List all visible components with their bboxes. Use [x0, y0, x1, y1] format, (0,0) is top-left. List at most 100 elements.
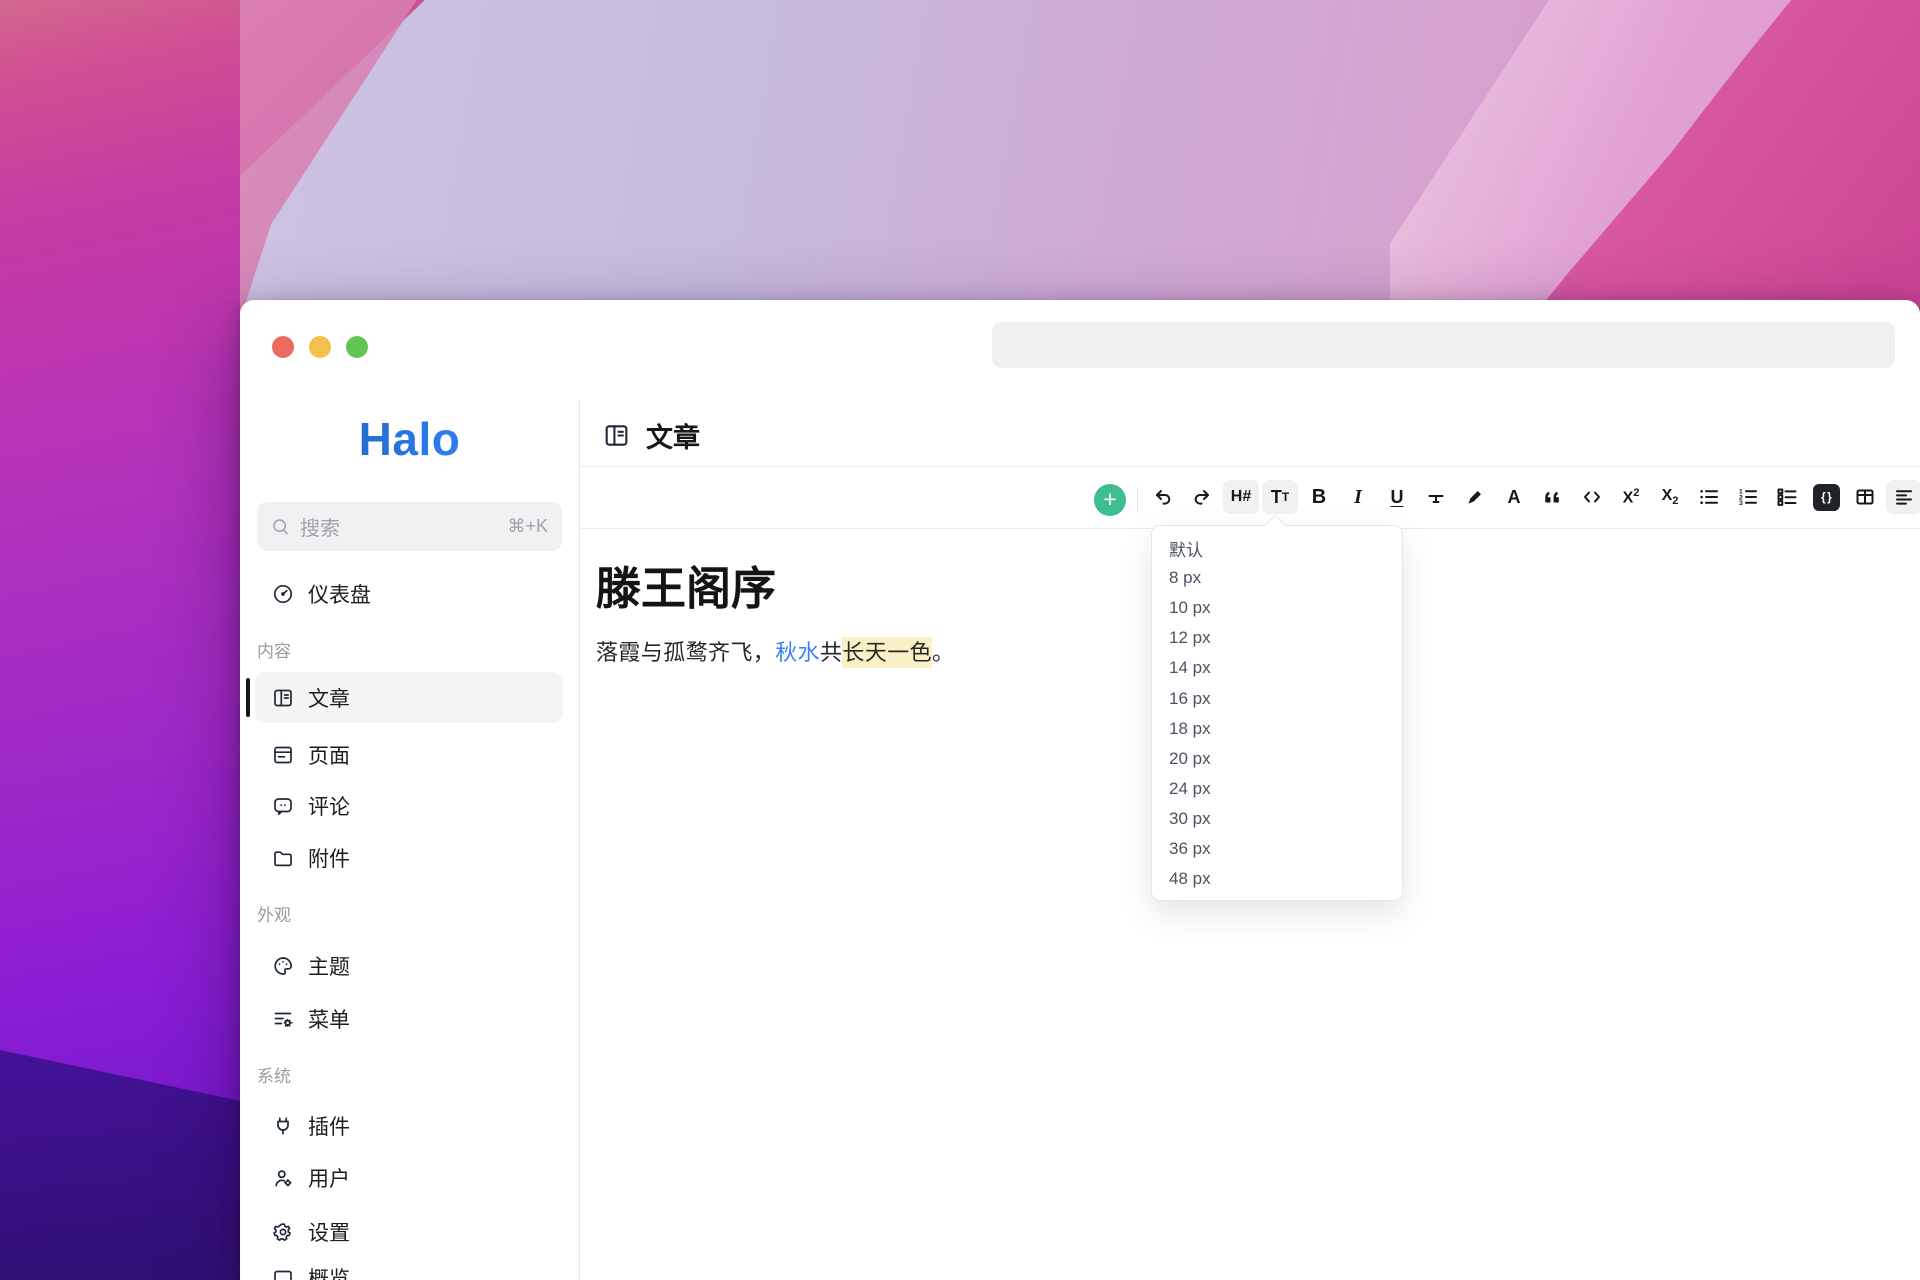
traffic-lights	[272, 336, 368, 358]
font-size-option[interactable]: 18 px	[1152, 714, 1402, 744]
post-title[interactable]: 滕王阁序	[596, 552, 776, 617]
dashboard-icon	[272, 583, 294, 605]
bold-button[interactable]: B	[1305, 480, 1333, 514]
text-color-button[interactable]: A	[1500, 480, 1528, 514]
sidebar-item-dashboard[interactable]: 仪表盘	[255, 572, 563, 616]
halo-logo: Halo	[240, 412, 579, 466]
sidebar-item-users[interactable]: 用户	[255, 1156, 563, 1200]
sidebar-item-posts[interactable]: 文章	[255, 672, 563, 723]
marker-pen-icon	[1465, 487, 1485, 507]
sidebar-item-pages[interactable]: 页面	[255, 733, 563, 777]
search-shortcut: ⌘+K	[507, 516, 548, 537]
pages-icon	[272, 744, 294, 766]
font-size-option[interactable]: 10 px	[1152, 593, 1402, 623]
posts-icon	[272, 687, 294, 709]
highlight-button[interactable]	[1461, 480, 1489, 514]
ordered-list-button[interactable]: 123	[1734, 480, 1762, 514]
font-size-option[interactable]: 12 px	[1152, 623, 1402, 653]
bullet-list-icon	[1699, 487, 1719, 507]
close-window-button[interactable]	[272, 336, 294, 358]
code-icon	[1582, 487, 1602, 507]
post-paragraph[interactable]: 落霞与孤鹜齐飞，秋水共长天一色。	[596, 638, 954, 668]
font-size-option[interactable]: 24 px	[1152, 774, 1402, 804]
undo-icon	[1153, 487, 1173, 507]
sidebar-divider	[579, 400, 580, 1280]
task-list-icon	[1777, 487, 1797, 507]
font-size-dropdown: 默认 8 px 10 px 12 px 14 px 16 px 18 px 20…	[1151, 525, 1403, 901]
blockquote-button[interactable]	[1539, 480, 1567, 514]
sidebar-item-label: 用户	[308, 1163, 350, 1193]
redo-button[interactable]	[1188, 480, 1216, 514]
font-size-option[interactable]: 默认	[1152, 533, 1402, 563]
code-block-icon: { }	[1813, 484, 1840, 511]
comments-icon	[272, 795, 294, 817]
add-block-button[interactable]: +	[1094, 484, 1126, 516]
address-bar[interactable]	[992, 322, 1895, 368]
font-size-option[interactable]: 16 px	[1152, 683, 1402, 713]
palette-icon	[272, 955, 294, 977]
superscript-button[interactable]: X2	[1617, 480, 1645, 514]
search-input[interactable]: 搜索 ⌘+K	[257, 502, 562, 551]
active-item-indicator	[246, 678, 250, 717]
font-size-option[interactable]: 48 px	[1152, 864, 1402, 894]
page-title-text: 文章	[646, 416, 700, 455]
sidebar-item-label: 插件	[308, 1111, 350, 1141]
plug-icon	[272, 1115, 294, 1137]
table-button[interactable]	[1851, 480, 1879, 514]
text-run-highlight: 长天一色	[842, 637, 932, 668]
code-block-button[interactable]: { }	[1812, 480, 1840, 514]
toolbar-separator	[1137, 487, 1138, 513]
page-title: 文章	[603, 407, 700, 463]
sidebar-item-label: 仪表盘	[308, 579, 371, 609]
heading-button[interactable]: H#	[1227, 480, 1255, 514]
user-gear-icon	[272, 1167, 294, 1189]
sidebar-item-themes[interactable]: 主题	[255, 944, 563, 988]
underline-button[interactable]: U	[1383, 480, 1411, 514]
align-button[interactable]	[1890, 480, 1918, 514]
align-left-icon	[1894, 487, 1914, 507]
sidebar-item-label: 主题	[308, 951, 350, 981]
overview-icon	[272, 1267, 294, 1280]
font-size-option[interactable]: 36 px	[1152, 834, 1402, 864]
font-size-option[interactable]: 20 px	[1152, 744, 1402, 774]
sidebar-section-content: 内容	[257, 637, 291, 659]
sidebar-item-label: 设置	[308, 1217, 350, 1247]
text-run-blue: 秋水	[775, 640, 820, 665]
text-run: 落霞与孤鹜齐飞，	[596, 640, 775, 665]
text-run: 共	[820, 640, 842, 665]
sidebar-item-label: 页面	[308, 740, 350, 770]
sidebar-item-overview[interactable]: 概览	[255, 1256, 563, 1280]
font-size-option[interactable]: 8 px	[1152, 563, 1402, 593]
ordered-list-icon: 123	[1738, 487, 1758, 507]
sidebar-section-appearance: 外观	[257, 901, 291, 923]
search-icon	[271, 517, 291, 537]
strikethrough-button[interactable]	[1422, 480, 1450, 514]
sidebar-item-settings[interactable]: 设置	[255, 1210, 563, 1254]
bullet-list-button[interactable]	[1695, 480, 1723, 514]
gear-icon	[272, 1221, 294, 1243]
sidebar-item-attachments[interactable]: 附件	[255, 836, 563, 880]
font-size-option[interactable]: 30 px	[1152, 804, 1402, 834]
sidebar-item-label: 菜单	[308, 1004, 350, 1034]
app-window: Halo 搜索 ⌘+K 仪表盘 内容 文章 页面 评论 附件 外观	[240, 300, 1920, 1280]
font-size-option[interactable]: 14 px	[1152, 653, 1402, 683]
sidebar-item-label: 附件	[308, 843, 350, 873]
folder-icon	[272, 847, 294, 869]
font-size-button[interactable]: TT	[1266, 480, 1294, 514]
minimize-window-button[interactable]	[309, 336, 331, 358]
zoom-window-button[interactable]	[346, 336, 368, 358]
text-run: 。	[932, 640, 954, 665]
task-list-button[interactable]	[1773, 480, 1801, 514]
posts-icon	[603, 422, 630, 449]
sidebar-item-label: 文章	[308, 683, 350, 713]
subscript-button[interactable]: X2	[1656, 480, 1684, 514]
sidebar-item-label: 评论	[308, 791, 350, 821]
sidebar-item-comments[interactable]: 评论	[255, 784, 563, 828]
inline-code-button[interactable]	[1578, 480, 1606, 514]
sidebar-item-menus[interactable]: 菜单	[255, 997, 563, 1041]
strikethrough-icon	[1426, 487, 1446, 507]
sidebar-item-plugins[interactable]: 插件	[255, 1104, 563, 1148]
undo-button[interactable]	[1149, 480, 1177, 514]
italic-button[interactable]: I	[1344, 480, 1372, 514]
quote-icon	[1543, 487, 1563, 507]
